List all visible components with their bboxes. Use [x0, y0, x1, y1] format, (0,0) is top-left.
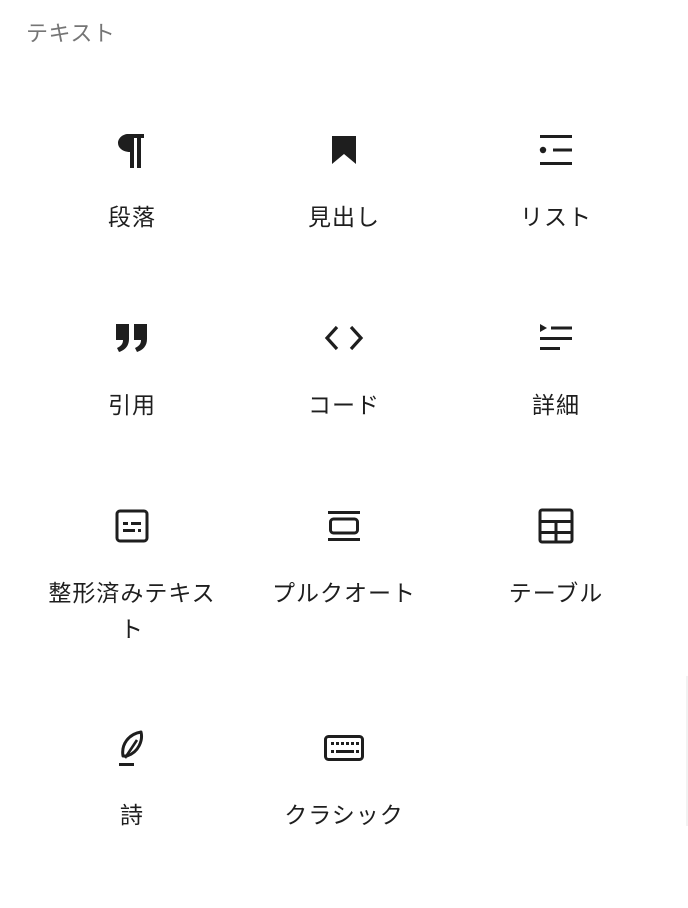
table-icon	[532, 502, 580, 550]
block-label: 引用	[108, 393, 156, 419]
block-inserter-panel: テキスト 段落 見出し リスト 引用 コード 詳細 整形済みテキスト プルクオー…	[0, 0, 688, 908]
block-label: クラシック	[284, 803, 404, 829]
block-label: 段落	[108, 205, 156, 231]
keyboard-icon	[320, 724, 368, 772]
preformatted-icon	[108, 502, 156, 550]
block-item-heading[interactable]: 見出し	[238, 108, 450, 296]
verse-feather-icon	[108, 724, 156, 772]
block-item-paragraph[interactable]: 段落	[26, 108, 238, 296]
pullquote-icon	[320, 502, 368, 550]
block-item-details[interactable]: 詳細	[450, 296, 662, 484]
details-icon	[532, 314, 580, 362]
block-label: 見出し	[308, 205, 380, 231]
block-item-preformatted[interactable]: 整形済みテキスト	[26, 484, 238, 706]
block-grid: 段落 見出し リスト 引用 コード 詳細 整形済みテキスト プルクオート テーブ…	[26, 108, 662, 896]
block-item-quote[interactable]: 引用	[26, 296, 238, 484]
block-label: 詳細	[532, 393, 580, 419]
heading-bookmark-icon	[320, 126, 368, 174]
block-label: 整形済みテキスト	[48, 581, 216, 643]
block-item-verse[interactable]: 詩	[26, 706, 238, 896]
quote-icon	[108, 314, 156, 362]
list-icon	[532, 126, 580, 174]
category-title: テキスト	[26, 22, 116, 47]
code-icon	[320, 314, 368, 362]
block-label: リスト	[520, 205, 592, 231]
block-label: 詩	[120, 803, 144, 829]
paragraph-icon	[108, 126, 156, 174]
block-item-classic[interactable]: クラシック	[238, 706, 450, 896]
block-item-table[interactable]: テーブル	[450, 484, 662, 706]
block-item-code[interactable]: コード	[238, 296, 450, 484]
block-item-list[interactable]: リスト	[450, 108, 662, 296]
block-item-pullquote[interactable]: プルクオート	[238, 484, 450, 706]
block-label: プルクオート	[272, 581, 416, 607]
block-label: コード	[308, 393, 380, 419]
block-label: テーブル	[508, 581, 604, 607]
